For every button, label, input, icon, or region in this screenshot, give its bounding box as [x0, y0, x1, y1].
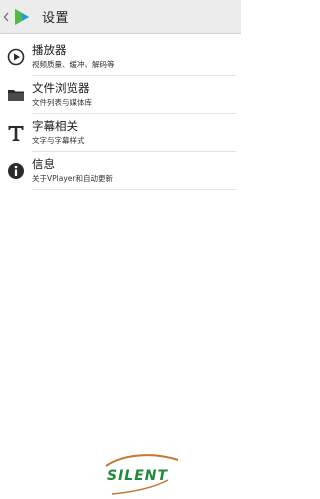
- settings-item-title: 字幕相关: [32, 119, 78, 133]
- divider: [32, 113, 236, 114]
- back-button[interactable]: [2, 0, 10, 33]
- settings-item-title: 播放器: [32, 43, 67, 57]
- settings-screen: 设置 播放器 视频质量、缓冲、解码等 文件浏览器 文件列表与媒体库 字幕相关 文…: [0, 0, 241, 499]
- divider: [32, 151, 236, 152]
- settings-list: 播放器 视频质量、缓冲、解码等 文件浏览器 文件列表与媒体库 字幕相关 文字与字…: [0, 39, 241, 191]
- divider: [32, 75, 236, 76]
- play-circle-icon: [7, 48, 25, 66]
- settings-item-title: 信息: [32, 157, 55, 171]
- settings-item-player[interactable]: 播放器 视频质量、缓冲、解码等: [0, 39, 241, 76]
- divider: [32, 189, 236, 190]
- vplayer-logo-icon[interactable]: [12, 7, 32, 27]
- folder-icon: [8, 90, 24, 101]
- settings-item-info[interactable]: 信息 关于VPlayer和自动更新: [0, 153, 241, 190]
- settings-item-subtitle: 关于VPlayer和自动更新: [32, 174, 113, 183]
- settings-item-subtitle: 文字与字幕样式: [32, 136, 85, 145]
- settings-item-subtitle: 文件列表与媒体库: [32, 98, 92, 107]
- settings-item-text: 字幕相关 文字与字幕样式: [32, 119, 237, 146]
- watermark-logo: SILENT: [98, 452, 188, 497]
- info-icon: [8, 163, 24, 179]
- watermark-text: SILENT: [107, 468, 169, 484]
- settings-item-file-browser[interactable]: 文件浏览器 文件列表与媒体库: [0, 77, 241, 114]
- settings-item-title: 文件浏览器: [32, 81, 90, 95]
- page-title: 设置: [42, 11, 70, 26]
- settings-item-text: 信息 关于VPlayer和自动更新: [32, 157, 237, 184]
- settings-item-text: 播放器 视频质量、缓冲、解码等: [32, 43, 237, 70]
- settings-item-subtitles[interactable]: 字幕相关 文字与字幕样式: [0, 115, 241, 152]
- settings-item-subtitle: 视频质量、缓冲、解码等: [32, 60, 115, 69]
- top-toolbar: 设置: [0, 0, 241, 34]
- settings-item-text: 文件浏览器 文件列表与媒体库: [32, 81, 237, 108]
- text-t-icon: [8, 126, 24, 141]
- chevron-left-icon: [3, 12, 9, 21]
